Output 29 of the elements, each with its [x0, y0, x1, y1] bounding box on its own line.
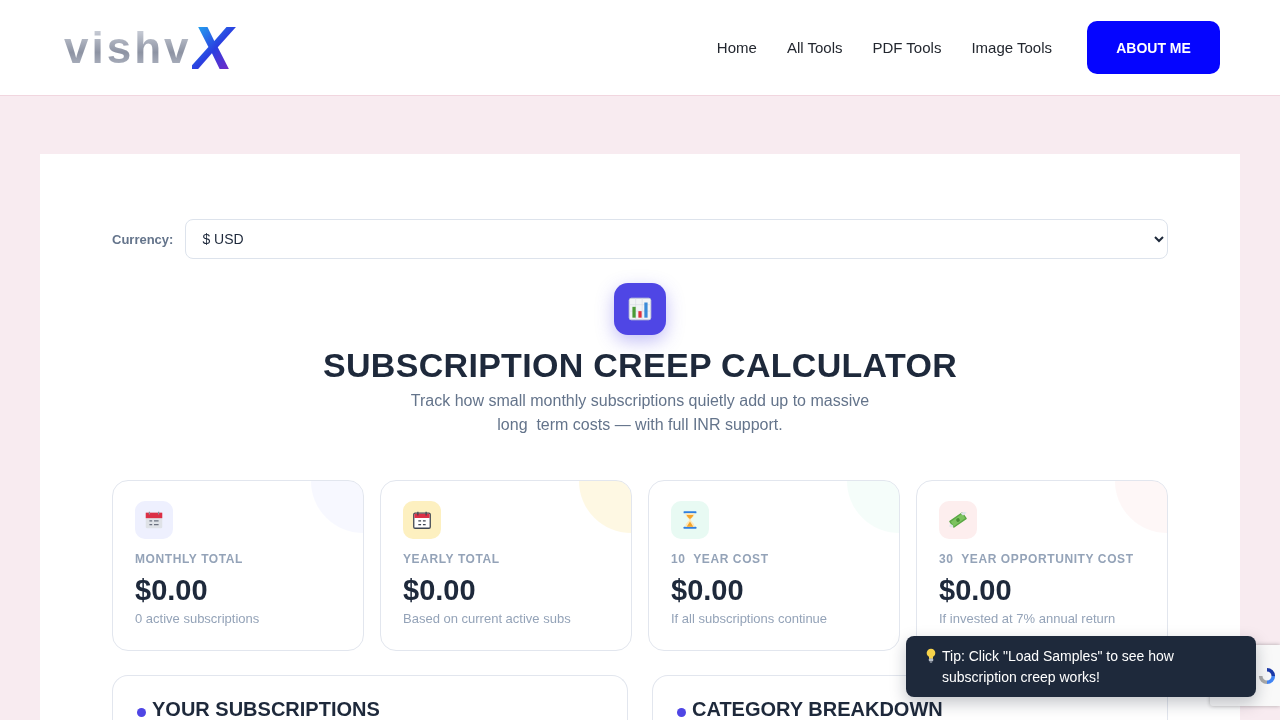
page-subtitle: Track how small monthly subscriptions quietly add up to massive long term costs — with full INR support.: [409, 391, 871, 435]
dot-icon: [677, 707, 686, 717]
panel-title: CATEGORY BREAKDOWN: [692, 699, 943, 719]
stat-value: $0.00: [671, 573, 745, 607]
stat-value: $0.00: [135, 573, 209, 607]
stat-label: 30 YEAR OPPORTUNITY COST: [939, 551, 1135, 567]
bar-chart-icon: [614, 283, 666, 335]
stat-caption: If invested at 7% annual return: [939, 610, 1117, 628]
lightbulb-icon: [926, 648, 936, 663]
tip-text: Tip: Click "Load Samples" to see how subscription creep works!: [942, 647, 1175, 687]
stat-caption: Based on current active subs: [403, 610, 572, 628]
ring-icon: [1258, 666, 1276, 685]
panel-title: YOUR SUBSCRIPTIONS: [152, 699, 380, 719]
stat-value: $0.00: [403, 573, 477, 607]
nav-link[interactable]: Image Tools: [971, 39, 1052, 56]
dot-icon: [137, 707, 146, 717]
stat-label: 10 YEAR COST: [671, 551, 770, 567]
currency-label: Currency:: [112, 231, 174, 247]
stat-caption: 0 active subscriptions: [135, 610, 261, 628]
page-title: SUBSCRIPTION CREEP CALCULATOR: [322, 345, 958, 385]
stat-label: MONTHLY TOTAL: [135, 551, 245, 567]
currency-select[interactable]: $ USD: [185, 219, 1168, 259]
about-me-button[interactable]: ABOUT ME: [1087, 21, 1220, 74]
nav-link[interactable]: All Tools: [786, 39, 843, 56]
stat-label: YEARLY TOTAL: [403, 551, 501, 567]
nav-link[interactable]: Home: [716, 39, 757, 56]
nav-link[interactable]: PDF Tools: [872, 39, 942, 56]
stat-caption: If all subscriptions continue: [671, 610, 829, 628]
stat-value: $0.00: [939, 573, 1013, 607]
